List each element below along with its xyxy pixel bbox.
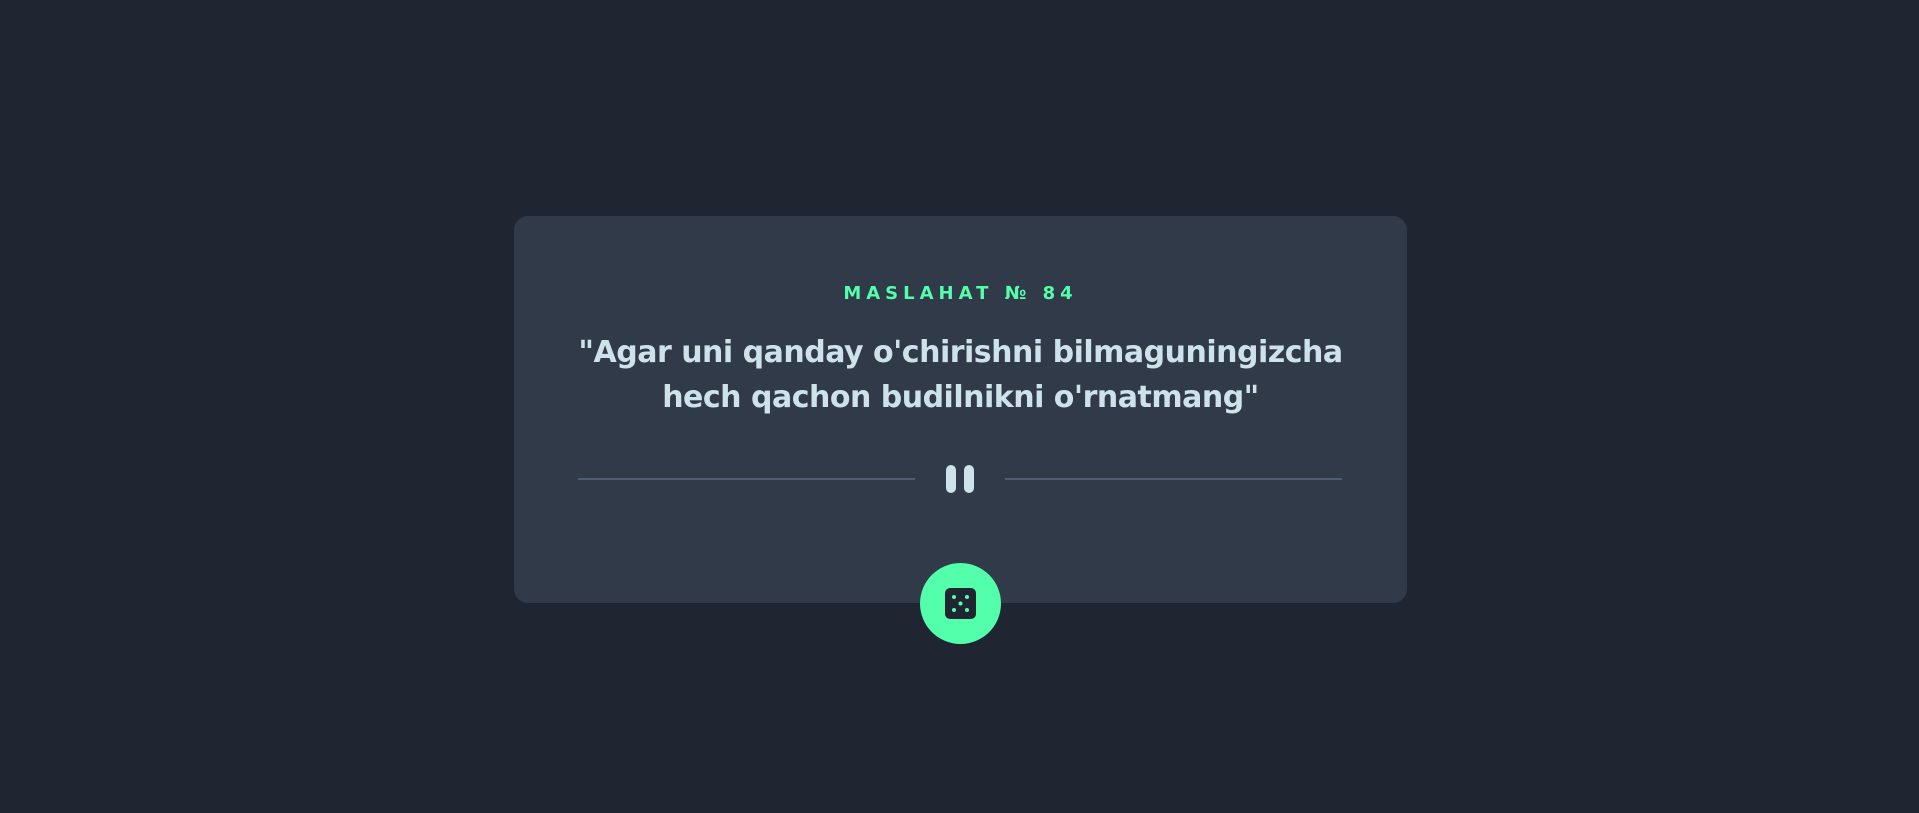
generate-advice-button[interactable] [920, 563, 1001, 644]
advice-card: MASLAHAT № 84 "Agar uni qanday o'chirish… [514, 216, 1407, 603]
dice-icon [945, 588, 976, 619]
pause-icon [940, 462, 980, 494]
divider [578, 462, 1342, 494]
advice-id-label: MASLAHAT № 84 [843, 283, 1078, 304]
divider-line-left [578, 478, 915, 480]
advice-quote: "Agar uni qanday o'chirishni bilmaguning… [578, 335, 1343, 415]
divider-line-right [1005, 478, 1342, 480]
